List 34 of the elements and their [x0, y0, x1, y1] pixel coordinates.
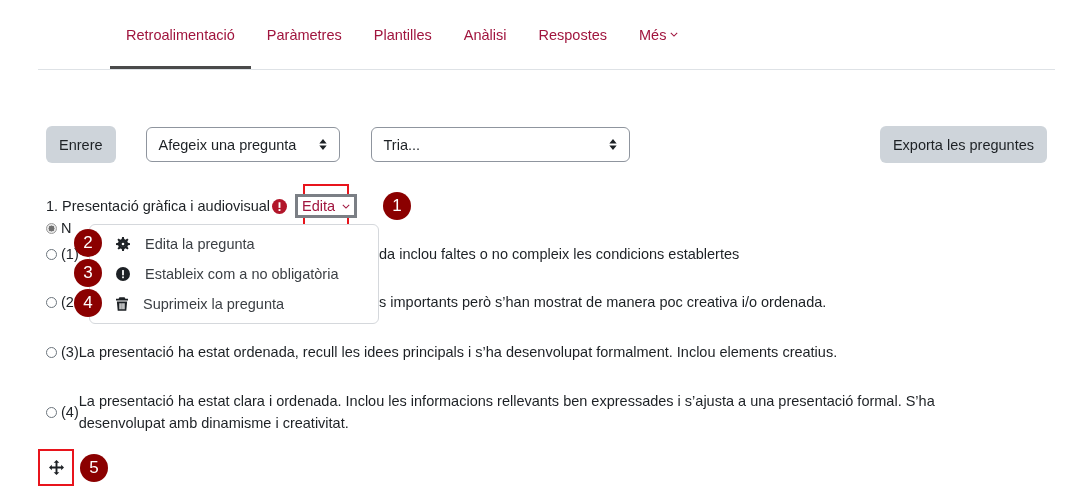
nav-tab[interactable]: Anàlisi — [447, 0, 523, 69]
edit-button[interactable]: Edita — [295, 194, 358, 218]
gear-icon — [116, 237, 130, 251]
add-question-select[interactable]: Afegeix una pregunta — [145, 127, 340, 162]
nav-tab[interactable]: Paràmetres — [250, 0, 358, 69]
option-text: La presentació ha estat clara i ordenada. Inclou les informacions rellevants ben expressades i s’ajusta a una presentació formal. S’ha desenvolupat amb dinamisme i creativitat. — [78, 392, 936, 433]
back-button[interactable]: Enrere — [46, 126, 116, 163]
radio-button[interactable] — [46, 222, 57, 234]
trash-icon — [116, 297, 128, 311]
option-label: (4) — [61, 404, 79, 420]
callout-badge: 5 — [80, 453, 108, 482]
move-icon[interactable] — [48, 460, 64, 475]
option-text: da inclou faltes o no compleix les condicions establertes — [379, 245, 740, 264]
exclamation-icon — [116, 267, 130, 281]
menu-item[interactable]: Edita la pregunta — [104, 229, 378, 259]
callout-badge: 4 — [74, 289, 102, 317]
choose-select[interactable]: Tria... — [370, 127, 630, 162]
option-label: N — [61, 220, 72, 236]
caret-icon — [342, 203, 351, 209]
nav-tab[interactable]: Respostes — [522, 0, 624, 69]
option-label: (3) — [61, 344, 79, 360]
export-button[interactable]: Exporta les preguntes — [879, 126, 1047, 163]
option-label: (2 — [61, 294, 74, 310]
menu-item[interactable]: Suprimeix la pregunta — [104, 289, 378, 319]
sort-icon — [608, 139, 617, 150]
nav-tab[interactable]: Més — [623, 0, 695, 69]
question-title: 1. Presentació gràfica i audiovisual — [46, 198, 271, 214]
nav-tab[interactable]: Retroalimentació — [110, 0, 251, 69]
sort-icon — [318, 139, 327, 150]
callout-badge: 1 — [383, 192, 412, 220]
option-text: s importants però s’han mostrat de manera poc creativa i/o ordenada. — [379, 293, 827, 312]
nav-tab[interactable]: Plantilles — [357, 0, 448, 69]
menu-item[interactable]: Estableix com a no obligatòria — [104, 259, 378, 289]
option-text: La presentació ha estat ordenada, recull les idees principals i s’ha desenvolupat formalment. Inclou elements creatius. — [78, 343, 838, 362]
